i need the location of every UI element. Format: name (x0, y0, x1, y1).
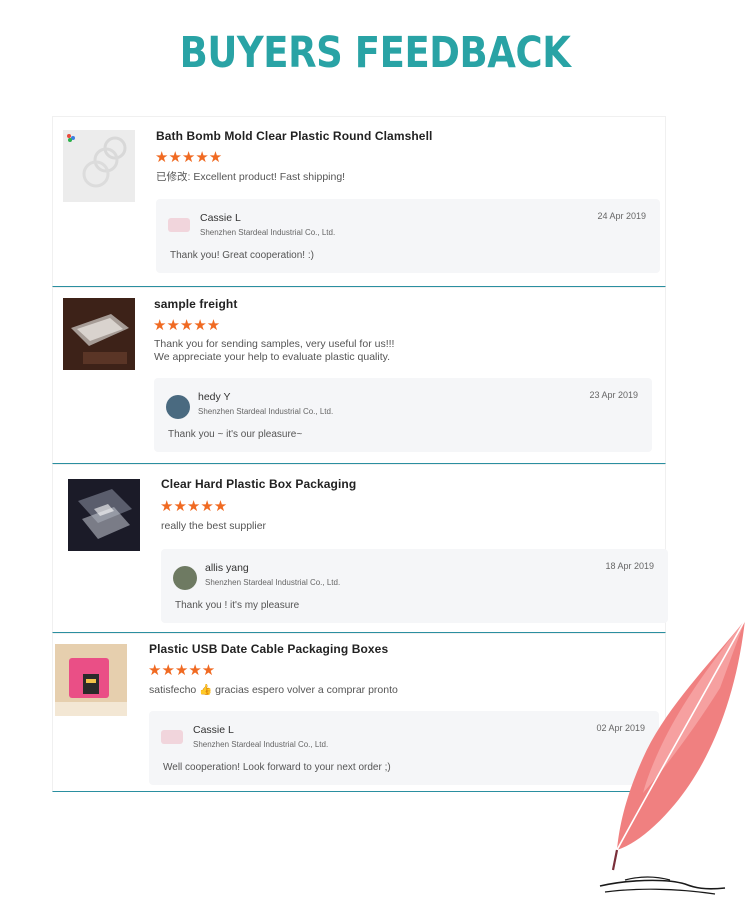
product-thumbnail[interactable] (68, 479, 140, 551)
avatar (173, 566, 197, 590)
seller-reply: Cassie L Shenzhen Stardeal Industrial Co… (156, 199, 660, 273)
product-name[interactable]: Clear Hard Plastic Box Packaging (161, 477, 356, 491)
review-card: Bath Bomb Mold Clear Plastic Round Clams… (52, 116, 666, 287)
reply-date: 18 Apr 2019 (605, 561, 654, 571)
avatar (166, 395, 190, 419)
review-text: satisfecho 👍 gracias espero volver a com… (149, 684, 398, 696)
reply-author: allis yang (205, 562, 249, 574)
star-rating: ★★★★★ (160, 498, 228, 515)
reply-date: 24 Apr 2019 (597, 211, 646, 221)
review-text-line-1: Thank you for sending samples, very usef… (154, 338, 395, 350)
reply-company: Shenzhen Stardeal Industrial Co., Ltd. (193, 740, 329, 749)
product-name[interactable]: Bath Bomb Mold Clear Plastic Round Clams… (156, 129, 432, 143)
review-text: 已修改: Excellent product! Fast shipping! (156, 171, 346, 183)
star-rating: ★★★★★ (155, 149, 223, 166)
star-rating: ★★★★★ (148, 662, 216, 679)
review-text-line-2: We appreciate your help to evaluate plas… (154, 351, 390, 363)
reply-company: Shenzhen Stardeal Industrial Co., Ltd. (198, 407, 334, 416)
quill-feather-icon (599, 619, 746, 895)
review-card: Plastic USB Date Cable Packaging Boxes ★… (52, 633, 666, 792)
reply-author: Cassie L (193, 724, 234, 736)
review-text: really the best supplier (161, 520, 267, 532)
page-title: BUYERS FEEDBACK (179, 28, 571, 78)
product-name[interactable]: Plastic USB Date Cable Packaging Boxes (149, 642, 388, 656)
seller-reply: allis yang Shenzhen Stardeal Industrial … (161, 549, 668, 623)
reply-author: hedy Y (198, 391, 231, 403)
reply-text: Thank you! Great cooperation! :) (170, 250, 314, 261)
reply-text: Thank you ~ it's our pleasure~ (168, 429, 303, 440)
reply-text: Well cooperation! Look forward to your n… (163, 762, 391, 773)
avatar (168, 218, 190, 232)
reply-text: Thank you ! it's my pleasure (175, 600, 300, 611)
product-name[interactable]: sample freight (154, 297, 237, 311)
product-thumbnail[interactable] (63, 298, 135, 370)
review-card: Clear Hard Plastic Box Packaging ★★★★★ r… (52, 464, 668, 633)
star-rating: ★★★★★ (153, 317, 221, 334)
seller-reply: hedy Y Shenzhen Stardeal Industrial Co.,… (154, 378, 652, 452)
product-thumbnail[interactable] (55, 644, 127, 716)
reply-company: Shenzhen Stardeal Industrial Co., Ltd. (205, 578, 341, 587)
reply-author: Cassie L (200, 212, 241, 224)
seller-reply: Cassie L Shenzhen Stardeal Industrial Co… (149, 711, 659, 785)
reply-date: 23 Apr 2019 (589, 390, 638, 400)
product-thumbnail[interactable] (63, 130, 135, 202)
review-card: sample freight ★★★★★ Thank you for sendi… (52, 287, 666, 464)
avatar (161, 730, 183, 744)
reply-company: Shenzhen Stardeal Industrial Co., Ltd. (200, 228, 336, 237)
